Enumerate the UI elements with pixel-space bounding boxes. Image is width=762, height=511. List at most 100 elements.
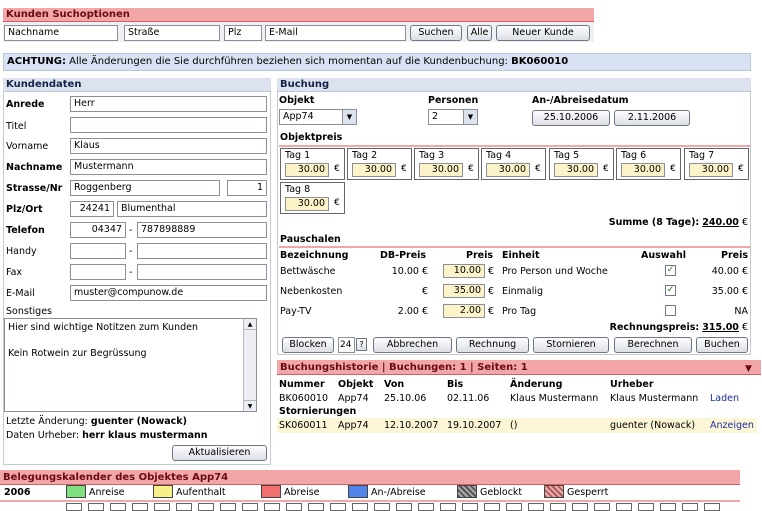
telefon-field[interactable]: 787898889 (137, 222, 267, 238)
calendar-day-cell[interactable] (176, 503, 192, 511)
calendar-day-cell[interactable] (198, 503, 214, 511)
calendar-day-cell[interactable] (286, 503, 302, 511)
titel-field[interactable] (70, 117, 267, 133)
alle-button[interactable]: Alle (467, 25, 492, 41)
nachname-field[interactable]: Mustermann (70, 159, 267, 175)
anrede-field[interactable]: Herr (70, 96, 267, 112)
legend-gesperrt-label: Gesperrt (567, 487, 609, 498)
vorname-field[interactable]: Klaus (70, 138, 267, 154)
scroll-up-icon[interactable]: ▲ (244, 319, 256, 330)
row-total: NA (734, 306, 748, 317)
urheber-label: Daten Urheber: (6, 430, 80, 441)
collapse-triangle-icon[interactable]: ▼ (745, 364, 752, 374)
chevron-down-icon[interactable]: ▼ (463, 110, 477, 124)
chevron-down-icon[interactable]: ▼ (342, 110, 356, 124)
vorwahl-field[interactable]: 04347 (70, 222, 126, 238)
scroll-down-icon[interactable]: ▼ (244, 400, 256, 411)
anzeigen-link[interactable]: Anzeigen (710, 419, 754, 432)
calendar-day-cell[interactable] (66, 503, 82, 511)
stornieren-button[interactable]: Stornieren (533, 337, 609, 353)
row-checkbox[interactable]: ✓ (665, 285, 676, 296)
handy-vorwahl-field[interactable] (70, 243, 126, 259)
calendar-day-cell[interactable] (594, 503, 610, 511)
berechnen-button[interactable]: Berechnen (614, 337, 692, 353)
col-einheit: Einheit (502, 250, 540, 261)
handy-field[interactable] (137, 243, 267, 259)
suchen-button[interactable]: Suchen (410, 25, 462, 41)
calendar-day-cell[interactable] (418, 503, 434, 511)
calendar-day-cell[interactable] (308, 503, 324, 511)
calendar-day-cell[interactable] (704, 503, 720, 511)
strasse-field[interactable]: Roggenberg (70, 180, 220, 196)
summe-line: Summe (8 Tage): 240.00 € (609, 216, 748, 229)
ort-field[interactable]: Blumenthal (117, 201, 267, 217)
day-price-input[interactable]: 30.00 (621, 163, 665, 177)
calendar-day-cell[interactable] (154, 503, 170, 511)
euro-sign: € (488, 306, 495, 317)
calendar-day-cell[interactable] (396, 503, 412, 511)
search-nachname-input[interactable]: Nachname (4, 25, 118, 41)
calendar-day-cell[interactable] (572, 503, 588, 511)
historie-title: Buchungshistorie | Buchungen: 1 | Seiten… (280, 362, 528, 373)
row-checkbox[interactable] (665, 305, 676, 316)
blocken-button[interactable]: Blocken (282, 337, 334, 353)
fax-dash: - (129, 267, 133, 278)
storno-objekt: App74 (338, 420, 369, 431)
abreise-date-button[interactable]: 2.11.2006 (614, 110, 690, 126)
day-price-input[interactable]: 30.00 (285, 163, 329, 177)
sonstiges-textarea[interactable]: Hier sind wichtige Notitzen zum Kunden K… (4, 318, 257, 412)
day-price-input[interactable]: 30.00 (352, 163, 396, 177)
row-preis-input[interactable]: 2.00 (443, 304, 485, 318)
email-field[interactable]: muster@compunow.de (70, 285, 267, 301)
calendar-day-cell[interactable] (506, 503, 522, 511)
aktualisieren-button[interactable]: Aktualisieren (172, 445, 267, 461)
day-price-input[interactable]: 30.00 (486, 163, 530, 177)
calendar-day-cell[interactable] (374, 503, 390, 511)
rechnung-button[interactable]: Rechnung (456, 337, 529, 353)
plz-field[interactable]: 24241 (70, 201, 114, 217)
fax-vorwahl-field[interactable] (70, 264, 126, 280)
row-preis-input[interactable]: 35.00 (443, 284, 485, 298)
notes-scrollbar[interactable]: ▲ ▼ (243, 319, 256, 411)
day-price-input[interactable]: 30.00 (689, 163, 733, 177)
help-button[interactable]: ? (356, 338, 367, 351)
day-price-input[interactable]: 30.00 (419, 163, 463, 177)
search-email-input[interactable]: E-Mail (265, 25, 406, 41)
calendar-day-cell[interactable] (682, 503, 698, 511)
pauschalen-divider (279, 246, 750, 248)
calendar-day-cell[interactable] (638, 503, 654, 511)
row-preis-input[interactable]: 10.00 (443, 264, 485, 278)
fax-field[interactable] (137, 264, 267, 280)
calendar-day-cell[interactable] (440, 503, 456, 511)
day-box-8: Tag 8 30.00 € (280, 182, 345, 214)
day-price-input[interactable]: 30.00 (285, 197, 329, 211)
neuer-kunde-button[interactable]: Neuer Kunde (496, 25, 590, 41)
calendar-day-cell[interactable] (110, 503, 126, 511)
buchen-button[interactable]: Buchen (696, 337, 748, 353)
calendar-day-cell[interactable] (660, 503, 676, 511)
personen-select[interactable]: 2 ▼ (428, 109, 478, 125)
calendar-day-cell[interactable] (462, 503, 478, 511)
block-days-input[interactable]: 24 (338, 337, 355, 353)
calendar-day-cell[interactable] (264, 503, 280, 511)
storno-bis: 19.10.2007 (447, 420, 502, 431)
calendar-day-cell[interactable] (88, 503, 104, 511)
calendar-day-cell[interactable] (132, 503, 148, 511)
day-price-input[interactable]: 30.00 (554, 163, 598, 177)
calendar-day-cell[interactable] (528, 503, 544, 511)
laden-link[interactable]: Laden (710, 392, 739, 405)
search-plz-input[interactable]: Plz (224, 25, 262, 41)
abbrechen-button[interactable]: Abbrechen (373, 337, 452, 353)
calendar-day-cell[interactable] (330, 503, 346, 511)
calendar-day-cell[interactable] (550, 503, 566, 511)
anreise-date-button[interactable]: 25.10.2006 (532, 110, 610, 126)
hausnummer-field[interactable]: 1 (227, 180, 267, 196)
calendar-day-cell[interactable] (616, 503, 632, 511)
search-strasse-input[interactable]: Straße (124, 25, 220, 41)
objekt-select[interactable]: App74 ▼ (279, 109, 357, 125)
calendar-day-cell[interactable] (352, 503, 368, 511)
calendar-day-cell[interactable] (242, 503, 258, 511)
calendar-day-cell[interactable] (484, 503, 500, 511)
calendar-day-cell[interactable] (220, 503, 236, 511)
row-checkbox[interactable]: ✓ (665, 265, 676, 276)
